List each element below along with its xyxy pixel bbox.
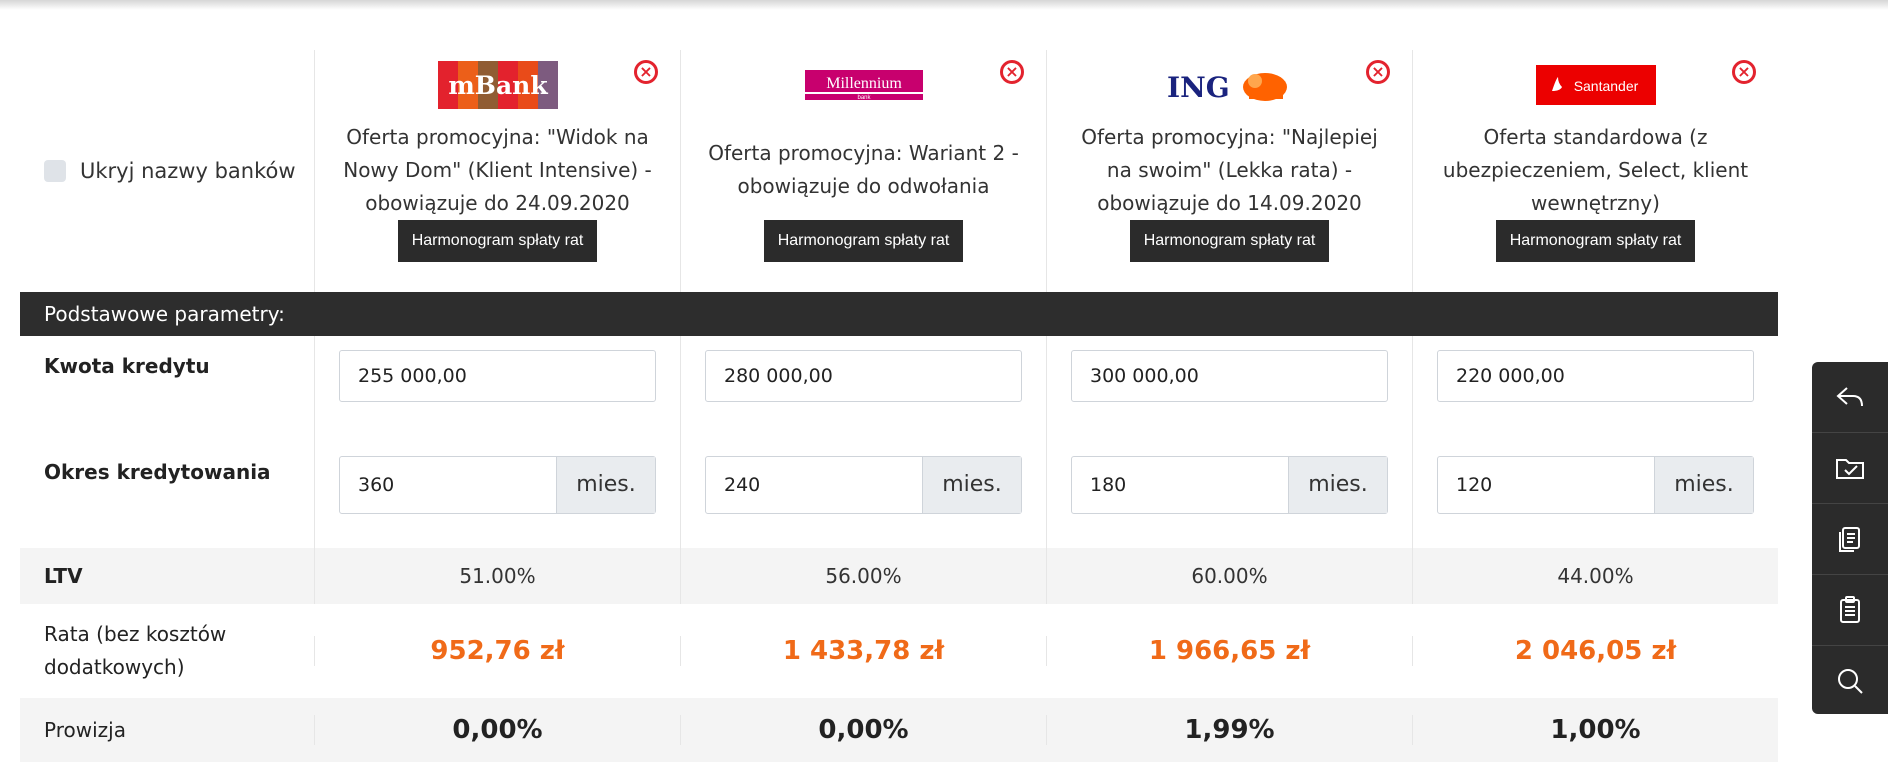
svg-text:ING: ING <box>1167 71 1230 104</box>
months-unit: mies. <box>922 457 1021 513</box>
ltv-value: 60.00% <box>1046 548 1412 604</box>
mbank-logo: mBank <box>437 61 558 109</box>
row-commission: Prowizja 0,00% 0,00% 1,99% 1,00% <box>20 698 1778 762</box>
row-loan-amount: Kwota kredytu 255 000,00 280 000,00 300 … <box>20 336 1778 442</box>
schedule-button[interactable]: Harmonogram spłaty rat <box>1495 220 1696 262</box>
loan-period-input-group: 180 mies. <box>1071 456 1388 514</box>
ltv-value: 44.00% <box>1412 548 1778 604</box>
side-toolbar <box>1812 362 1888 714</box>
bank-column-millennium: × Millennium bank Oferta promocyjna: War… <box>680 50 1046 292</box>
commission-value: 0,00% <box>680 715 1046 745</box>
bank-header-row: Ukryj nazwy banków × mBank Oferta promoc… <box>20 50 1778 292</box>
offer-description: Oferta promocyjna: "Najlepiej na swoim" … <box>1081 124 1378 215</box>
bank-column-ing: × ING Oferta promocyjna: "Najlepiej na s… <box>1046 50 1412 292</box>
installment-value: 952,76 zł <box>314 636 680 666</box>
loan-period-input-group: 240 mies. <box>705 456 1022 514</box>
installment-value: 1 966,65 zł <box>1046 636 1412 666</box>
loan-amount-input[interactable]: 220 000,00 <box>1437 350 1754 402</box>
section-title-basic-params: Podstawowe parametry: <box>20 292 1778 336</box>
svg-text:mBank: mBank <box>448 71 548 100</box>
loan-period-label: Okres kredytowania <box>44 460 271 484</box>
row-installment: Rata (bez kosztów dodatkowych) 952,76 zł… <box>20 604 1778 698</box>
loan-period-input[interactable]: 240 <box>706 457 922 513</box>
installment-value: 2 046,05 zł <box>1412 636 1778 666</box>
offer-description: Oferta standardowa (z ubezpieczeniem, Se… <box>1442 124 1749 215</box>
commission-value: 0,00% <box>314 715 680 745</box>
loan-period-input[interactable]: 120 <box>1438 457 1654 513</box>
installment-value: 1 433,78 zł <box>680 636 1046 666</box>
svg-text:bank: bank <box>857 95 871 100</box>
commission-label: Prowizja <box>44 718 126 742</box>
schedule-button[interactable]: Harmonogram spłaty rat <box>763 220 964 262</box>
comparison-table: Ukryj nazwy banków × mBank Oferta promoc… <box>20 50 1778 762</box>
remove-offer-icon[interactable]: × <box>1000 60 1024 84</box>
folder-check-icon[interactable] <box>1812 433 1888 504</box>
months-unit: mies. <box>556 457 655 513</box>
offer-description: Oferta promocyjna: "Widok na Nowy Dom" (… <box>343 124 652 215</box>
row-loan-period: Okres kredytowania 360 mies. 240 mies. 1… <box>20 442 1778 548</box>
clipboard-icon[interactable] <box>1812 575 1888 646</box>
hide-names-checkbox[interactable] <box>44 160 66 182</box>
ltv-label: LTV <box>44 564 83 588</box>
hide-names-label: Ukryj nazwy banków <box>80 159 296 183</box>
loan-amount-input[interactable]: 255 000,00 <box>339 350 656 402</box>
loan-period-input[interactable]: 360 <box>340 457 556 513</box>
months-unit: mies. <box>1654 457 1753 513</box>
hide-names-control[interactable]: Ukryj nazwy banków <box>20 50 314 292</box>
search-icon[interactable] <box>1812 646 1888 716</box>
loan-period-input-group: 120 mies. <box>1437 456 1754 514</box>
svg-text:Santander: Santander <box>1573 78 1638 94</box>
reply-icon[interactable] <box>1812 362 1888 433</box>
copy-icon[interactable] <box>1812 504 1888 575</box>
bank-column-santander: × Santander Oferta standardowa (z ubezpi… <box>1412 50 1778 292</box>
santander-logo: Santander <box>1535 65 1656 105</box>
millennium-logo: Millennium bank <box>804 70 923 100</box>
svg-text:Millennium: Millennium <box>826 75 902 92</box>
schedule-button[interactable]: Harmonogram spłaty rat <box>1129 220 1330 262</box>
loan-period-input[interactable]: 180 <box>1072 457 1288 513</box>
ltv-value: 51.00% <box>314 548 680 604</box>
months-unit: mies. <box>1288 457 1387 513</box>
installment-label: Rata (bez kosztów dodatkowych) <box>44 622 227 679</box>
offer-description: Oferta promocyjna: Wariant 2 - obowiązuj… <box>708 141 1019 198</box>
loan-amount-input[interactable]: 280 000,00 <box>705 350 1022 402</box>
remove-offer-icon[interactable]: × <box>1732 60 1756 84</box>
ltv-value: 56.00% <box>680 548 1046 604</box>
ing-logo: ING <box>1167 71 1287 104</box>
top-shadow <box>0 0 1888 10</box>
commission-value: 1,00% <box>1412 715 1778 745</box>
schedule-button[interactable]: Harmonogram spłaty rat <box>397 220 598 262</box>
row-ltv: LTV 51.00% 56.00% 60.00% 44.00% <box>20 548 1778 604</box>
bank-column-mbank: × mBank Oferta promocyjna: "Widok na Now… <box>314 50 680 292</box>
commission-value: 1,99% <box>1046 715 1412 745</box>
remove-offer-icon[interactable]: × <box>634 60 658 84</box>
loan-amount-label: Kwota kredytu <box>44 354 210 378</box>
remove-offer-icon[interactable]: × <box>1366 60 1390 84</box>
loan-period-input-group: 360 mies. <box>339 456 656 514</box>
loan-amount-input[interactable]: 300 000,00 <box>1071 350 1388 402</box>
